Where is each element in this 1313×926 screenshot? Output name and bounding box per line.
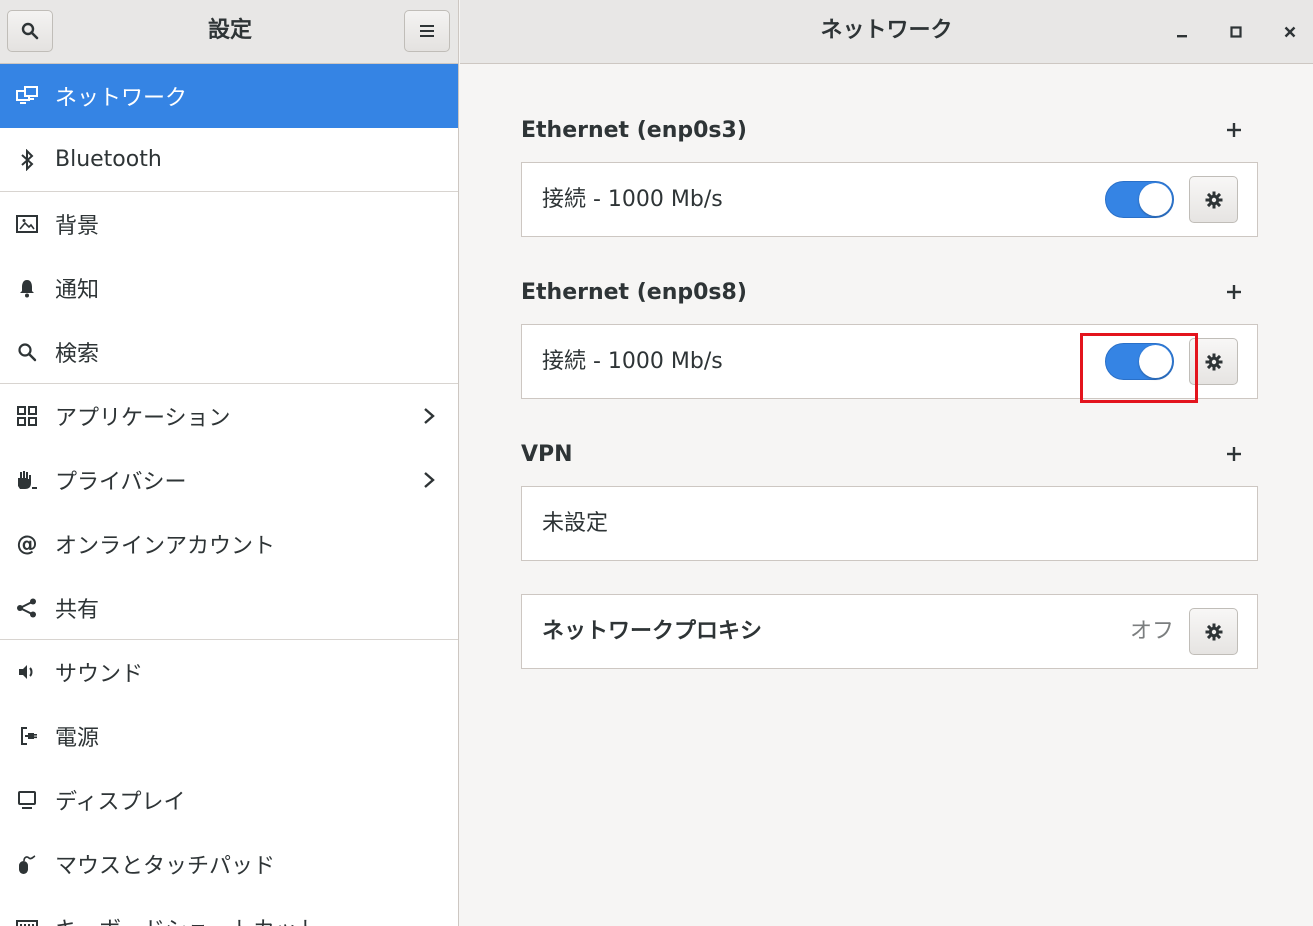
maximize-button[interactable]: [1220, 16, 1252, 48]
proxy-status: オフ: [1129, 619, 1174, 644]
sidebar-item-display[interactable]: ディスプレイ: [0, 768, 458, 832]
connection-status: 接続 - 1000 Mb/s: [542, 187, 723, 212]
sidebar-item-power[interactable]: 電源: [0, 704, 458, 768]
sidebar-item-label: マウスとタッチパッド: [55, 854, 276, 879]
proxy-label: ネットワークプロキシ: [542, 619, 763, 644]
sidebar-item-bluetooth[interactable]: Bluetooth: [0, 128, 458, 192]
app-title: 設定: [207, 18, 252, 43]
search-icon: [16, 341, 38, 363]
sidebar-item-privacy[interactable]: プライバシー: [0, 448, 458, 512]
network-panel: Ethernet (enp0s3) 接続 - 1000 Mb/s Etherne…: [460, 64, 1313, 926]
section-title-ethernet-enp0s8: Ethernet (enp0s8): [521, 280, 747, 305]
sidebar-item-notifications[interactable]: 通知: [0, 256, 458, 320]
sidebar-item-label: プライバシー: [55, 470, 187, 495]
vpn-status: 未設定: [542, 511, 609, 536]
sidebar-item-label: 背景: [55, 214, 100, 239]
mouse-icon: [16, 853, 38, 875]
minimize-button[interactable]: [1166, 16, 1198, 48]
keyboard-icon: [16, 917, 38, 926]
connection-status: 接続 - 1000 Mb/s: [542, 349, 723, 374]
vpn-row: 未設定: [521, 486, 1258, 561]
add-ethernet-enp0s3-button[interactable]: [1224, 120, 1244, 140]
sidebar-item-label: サウンド: [55, 662, 144, 687]
at-sign-icon: @: [16, 532, 38, 556]
hamburger-icon: [420, 25, 434, 37]
bell-icon: [16, 277, 38, 299]
sidebar-item-label: 検索: [55, 341, 100, 367]
sidebar-item-search[interactable]: 検索: [0, 320, 458, 384]
proxy-settings-button[interactable]: [1189, 608, 1238, 655]
sidebar-item-label: アプリケーション: [55, 406, 231, 431]
close-button[interactable]: [1274, 16, 1306, 48]
gear-icon: [1205, 353, 1222, 370]
image-icon: [16, 213, 38, 235]
sidebar-item-label: ディスプレイ: [55, 790, 186, 815]
toggle-knob: [1139, 183, 1172, 216]
bluetooth-icon: [16, 148, 38, 171]
menu-button[interactable]: [404, 10, 450, 52]
sidebar-item-mouse-touchpad[interactable]: マウスとタッチパッド: [0, 832, 458, 896]
minimize-icon: [1177, 35, 1187, 38]
close-icon: [1284, 26, 1296, 38]
network-proxy-row[interactable]: ネットワークプロキシ オフ: [521, 594, 1258, 669]
speaker-icon: [16, 661, 38, 683]
power-plug-icon: [16, 725, 38, 747]
network-icon: [16, 85, 38, 107]
sidebar-item-keyboard-shortcuts[interactable]: キーボードショートカット: [0, 896, 458, 926]
sidebar-item-applications[interactable]: アプリケーション: [0, 384, 458, 448]
search-icon: [21, 22, 39, 40]
gear-icon: [1205, 191, 1222, 208]
apps-grid-icon: [16, 405, 38, 427]
add-vpn-button[interactable]: [1224, 444, 1244, 464]
highlight-box: [1080, 333, 1198, 403]
sidebar-item-label: オンラインアカウント: [55, 534, 276, 559]
sidebar-item-label: Bluetooth: [55, 147, 162, 172]
section-title-vpn: VPN: [521, 442, 573, 467]
add-ethernet-enp0s8-button[interactable]: [1224, 282, 1244, 302]
sidebar-item-network[interactable]: ネットワーク: [0, 64, 458, 128]
sidebar-item-label: 共有: [55, 597, 100, 623]
sidebar: ネットワーク Bluetooth 背景 通知 検索 アプリケーション プライバシ…: [0, 64, 459, 926]
main-header: ネットワーク: [460, 0, 1313, 64]
section-title-ethernet-enp0s3: Ethernet (enp0s3): [521, 118, 747, 143]
sidebar-item-label: ネットワーク: [55, 86, 188, 111]
sidebar-item-sound[interactable]: サウンド: [0, 640, 458, 704]
sidebar-item-sharing[interactable]: 共有: [0, 576, 458, 640]
gear-icon: [1205, 623, 1222, 640]
chevron-right-icon: [424, 408, 435, 424]
sidebar-header: 設定: [0, 0, 459, 64]
sidebar-item-label: 電源: [55, 726, 100, 751]
hand-icon: [16, 469, 38, 491]
monitor-icon: [16, 789, 38, 811]
search-button[interactable]: [7, 10, 53, 52]
ethernet-enp0s3-row: 接続 - 1000 Mb/s: [521, 162, 1258, 237]
sidebar-item-online-accounts[interactable]: @ オンラインアカウント: [0, 512, 458, 576]
sidebar-item-label: キーボードショートカット: [55, 912, 319, 926]
sidebar-item-background[interactable]: 背景: [0, 192, 458, 256]
sidebar-item-label: 通知: [55, 278, 100, 303]
ethernet-enp0s3-settings-button[interactable]: [1189, 176, 1238, 223]
maximize-icon: [1230, 26, 1242, 38]
ethernet-enp0s3-toggle[interactable]: [1105, 181, 1174, 218]
chevron-right-icon: [424, 472, 435, 488]
share-icon: [16, 597, 38, 619]
